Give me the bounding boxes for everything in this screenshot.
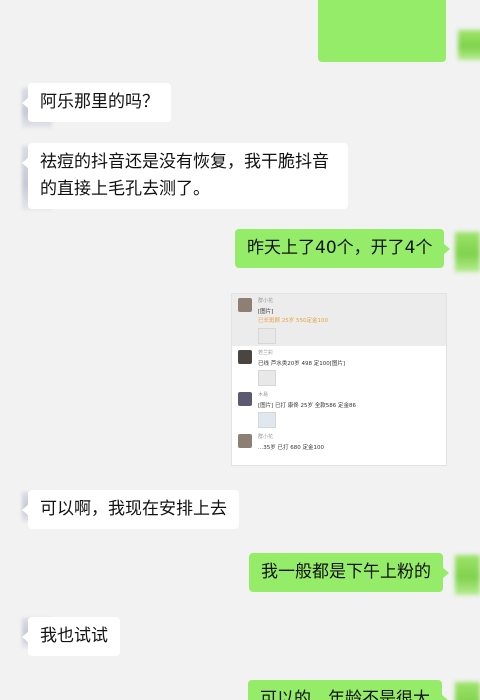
message-bubble-outgoing[interactable]: 我一般都是下午上粉的: [249, 553, 449, 592]
mini-name: 木易: [258, 392, 269, 398]
mini-avatar: [238, 392, 252, 406]
mini-name: 若兰彩: [258, 350, 274, 356]
mini-text: 已线 芦水类20岁 498 定100[图片]: [258, 361, 346, 367]
mini-text: [图片]: [258, 309, 274, 315]
mini-name: 群小花: [258, 298, 274, 304]
mini-image-thumb: [258, 370, 276, 386]
image-message[interactable]: 群小花 [图片] 已长斑顾 25岁 550定金100 若兰彩 已线 芦水类20岁…: [231, 293, 447, 466]
message-bubble-incoming[interactable]: 祛痘的抖音还是没有恢复，我干脆抖音的直接上毛孔去测了。: [22, 143, 348, 209]
mini-avatar: [238, 434, 252, 448]
mini-text-highlight: 已长斑顾 25岁 550定金100: [258, 318, 328, 324]
message-bubble-partial-top[interactable]: [318, 0, 446, 62]
mini-name: 群小花: [258, 434, 274, 440]
message-bubble-outgoing[interactable]: 昨天上了40个，开了4个: [235, 229, 451, 268]
mini-text: ...35岁 已打 680 定金100: [258, 445, 324, 451]
mini-image-thumb: [258, 412, 276, 428]
message-bubble-incoming[interactable]: 我也试试: [22, 617, 120, 656]
mini-avatar: [238, 298, 252, 312]
mini-avatar: [238, 350, 252, 364]
message-bubble-incoming[interactable]: 阿乐那里的吗？: [22, 83, 171, 122]
mini-text: [图片] 已打 康佟 25岁 全款586 定金86: [258, 403, 357, 409]
chat-window: 阿乐那里的吗？ 祛痘的抖音还是没有恢复，我干脆抖音的直接上毛孔去测了。 昨天上了…: [0, 0, 480, 700]
avatar-self[interactable]: [458, 30, 480, 60]
avatar-self[interactable]: [455, 555, 480, 595]
avatar-self[interactable]: [455, 232, 480, 272]
mini-image-thumb: [258, 328, 276, 344]
avatar-self[interactable]: [455, 682, 480, 700]
message-bubble-incoming[interactable]: 可以啊，我现在安排上去: [22, 490, 239, 529]
message-bubble-outgoing[interactable]: 可以的，年龄不是很大: [248, 680, 448, 700]
mini-text: 已长斑顾 25岁 550定金100: [258, 316, 328, 324]
